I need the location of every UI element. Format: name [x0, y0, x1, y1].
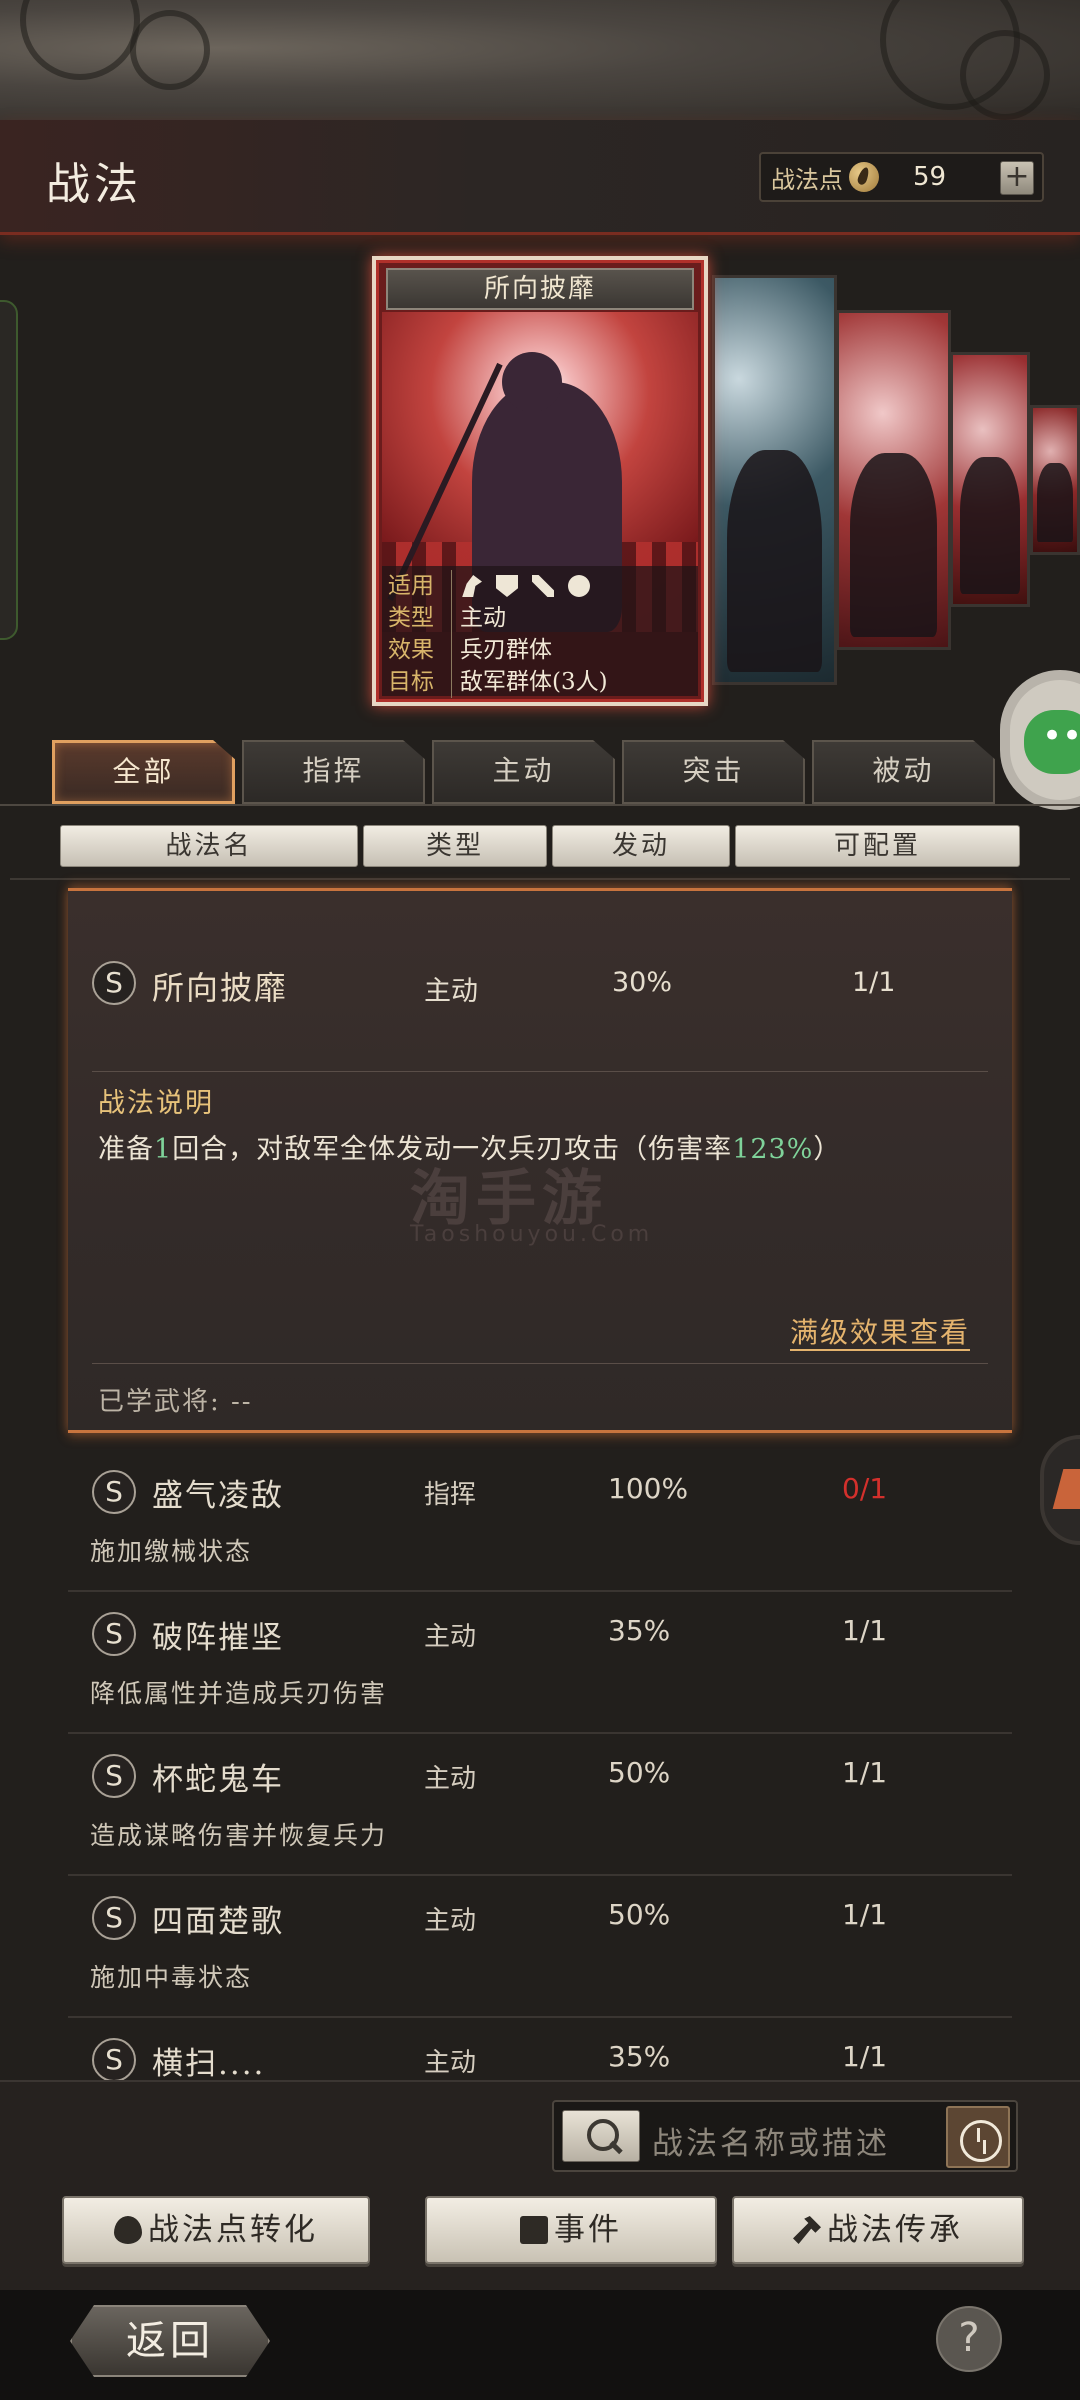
skill-type: 主动: [424, 1622, 477, 1652]
skill-card-info: 适用 类型 主动 效果 兵刃群体 目标 敌军群体(3人): [382, 566, 698, 698]
skill-card-back[interactable]: [836, 310, 951, 650]
skill-type: 主动: [424, 1906, 477, 1936]
list-item[interactable]: S 杯蛇鬼车 主动 50% 1/1 造成谋略伤害并恢复兵力: [68, 1734, 1012, 1876]
skill-config: 1/1: [842, 1756, 888, 1789]
help-button[interactable]: ?: [936, 2306, 1002, 2372]
skill-rate: 35%: [608, 2040, 671, 2073]
skill-card-back[interactable]: [950, 352, 1030, 607]
selected-skill-card[interactable]: 所向披靡 适用 类型 主动 效果 兵刃群体 目标 敌军群体(3人): [372, 256, 708, 706]
card-row-value: 兵刃群体: [460, 637, 552, 663]
wheel-icon: [568, 575, 590, 597]
column-header-name[interactable]: 战法名: [60, 825, 358, 867]
card-row-key: 目标: [388, 666, 452, 698]
skill-type: 指挥: [424, 1480, 477, 1510]
horse-icon: [462, 575, 482, 597]
skill-config: 1/1: [842, 1614, 888, 1647]
search-input[interactable]: 战法名称或描述: [652, 2118, 890, 2163]
full-effect-link-wrap: 满级效果查看: [790, 1311, 971, 1351]
convert-points-button[interactable]: 战法点转化: [62, 2196, 370, 2264]
apply-icons: [460, 570, 590, 602]
skill-list: S 盛气凌敌 指挥 100% 0/1 施加缴械状态 S 破阵摧坚 主动 35% …: [0, 1450, 1080, 2080]
skill-type: 主动: [424, 976, 478, 1007]
add-points-button[interactable]: +: [1000, 161, 1034, 195]
list-item[interactable]: S 四面楚歌 主动 50% 1/1 施加中毒状态: [68, 1876, 1012, 2018]
skill-rate: 50%: [608, 1898, 671, 1931]
tab-assault[interactable]: 突击: [622, 740, 805, 804]
skill-summary: 施加缴械状态: [90, 1537, 253, 1566]
grade-badge: S: [92, 1470, 136, 1514]
skill-card-name: 所向披靡: [386, 268, 694, 310]
skill-rate: 100%: [608, 1472, 689, 1505]
bow-icon: [532, 575, 554, 597]
tab-active[interactable]: 主动: [432, 740, 615, 804]
skill-points-box: 战法点 59 +: [759, 152, 1044, 202]
flame-icon: [114, 2216, 142, 2244]
skill-name: 四面楚歌: [152, 1904, 284, 1940]
full-effect-link[interactable]: 满级效果查看: [790, 1316, 971, 1351]
card-row-key: 适用: [388, 570, 452, 602]
back-button[interactable]: 返回: [70, 2305, 270, 2377]
shield-icon: [496, 575, 518, 597]
page-title: 战法: [46, 159, 142, 210]
skill-config: 1/1: [842, 2040, 888, 2073]
header-divider: [10, 878, 1070, 880]
inherit-skill-button[interactable]: 战法传承: [732, 2196, 1024, 2264]
card-row-key: 类型: [388, 602, 452, 634]
column-header-config[interactable]: 可配置: [735, 825, 1020, 867]
skill-rate: 35%: [608, 1614, 671, 1647]
event-button[interactable]: 事件: [425, 2196, 717, 2264]
tab-passive[interactable]: 被动: [812, 740, 995, 804]
skill-type: 主动: [424, 2048, 477, 2078]
skill-points-value: 59: [913, 162, 947, 192]
category-tabs: 全部 指挥 主动 突击 被动: [52, 740, 1052, 806]
skill-config: 0/1: [842, 1472, 888, 1505]
header-bar: 战法 战法点 59 +: [0, 120, 1080, 235]
grade-badge: S: [92, 1754, 136, 1798]
skill-name: 横扫....: [152, 2046, 266, 2080]
skill-config: 1/1: [842, 1898, 888, 1931]
skill-name: 盛气凌敌: [152, 1478, 284, 1514]
grade-badge: S: [92, 961, 136, 1005]
skill-summary: 造成谋略伤害并恢复兵力: [90, 1821, 388, 1850]
skill-card-back[interactable]: [1030, 405, 1080, 555]
search-box[interactable]: 战法名称或描述: [552, 2100, 1018, 2172]
history-clock-icon[interactable]: [946, 2106, 1010, 2168]
list-item[interactable]: S 盛气凌敌 指挥 100% 0/1 施加缴械状态: [68, 1450, 1012, 1592]
skill-name: 破阵摧坚: [152, 1620, 284, 1656]
tab-all[interactable]: 全部: [52, 740, 235, 804]
column-header-type[interactable]: 类型: [363, 825, 547, 867]
watermark-url: Taoshouyou.Com: [410, 1222, 654, 1247]
tab-command[interactable]: 指挥: [242, 740, 425, 804]
skill-config: 1/1: [852, 967, 896, 998]
skill-rate: 50%: [608, 1756, 671, 1789]
grade-badge-wrap: S: [92, 961, 136, 1005]
skill-point-coin-icon: [849, 162, 879, 192]
table-header: 战法名 类型 发动 可配置: [60, 825, 1020, 867]
grade-badge: S: [92, 2038, 136, 2080]
list-item[interactable]: S 破阵摧坚 主动 35% 1/1 降低属性并造成兵刃伤害: [68, 1592, 1012, 1734]
skill-name: 所向披靡: [152, 969, 289, 1007]
skill-name: 杯蛇鬼车: [152, 1762, 284, 1798]
skill-rate: 30%: [612, 967, 673, 998]
card-row-key: 效果: [388, 634, 452, 666]
grade-badge: S: [92, 1612, 136, 1656]
skill-type: 主动: [424, 1764, 477, 1794]
description-title: 战法说明: [98, 1088, 214, 1119]
hammer-icon: [793, 2216, 821, 2244]
skill-summary: 施加中毒状态: [90, 1963, 253, 1992]
list-item[interactable]: S 横扫.... 主动 35% 1/1: [68, 2018, 1012, 2080]
card-row-value: 敌军群体(3人): [460, 669, 608, 695]
search-icon[interactable]: [562, 2110, 640, 2162]
column-header-rate[interactable]: 发动: [552, 825, 730, 867]
skill-summary: 降低属性并造成兵刃伤害: [90, 1679, 388, 1708]
tab-divider: [0, 804, 1080, 806]
card-row-value: 主动: [460, 605, 506, 631]
left-side-tab[interactable]: [0, 300, 18, 640]
skill-points-label: 战法点: [771, 165, 843, 194]
skill-card-back[interactable]: [712, 275, 837, 685]
event-icon: [520, 2216, 548, 2244]
learned-generals: 已学武将: --: [98, 1387, 253, 1417]
header-artwork: [0, 0, 1080, 120]
grade-badge: S: [92, 1896, 136, 1940]
